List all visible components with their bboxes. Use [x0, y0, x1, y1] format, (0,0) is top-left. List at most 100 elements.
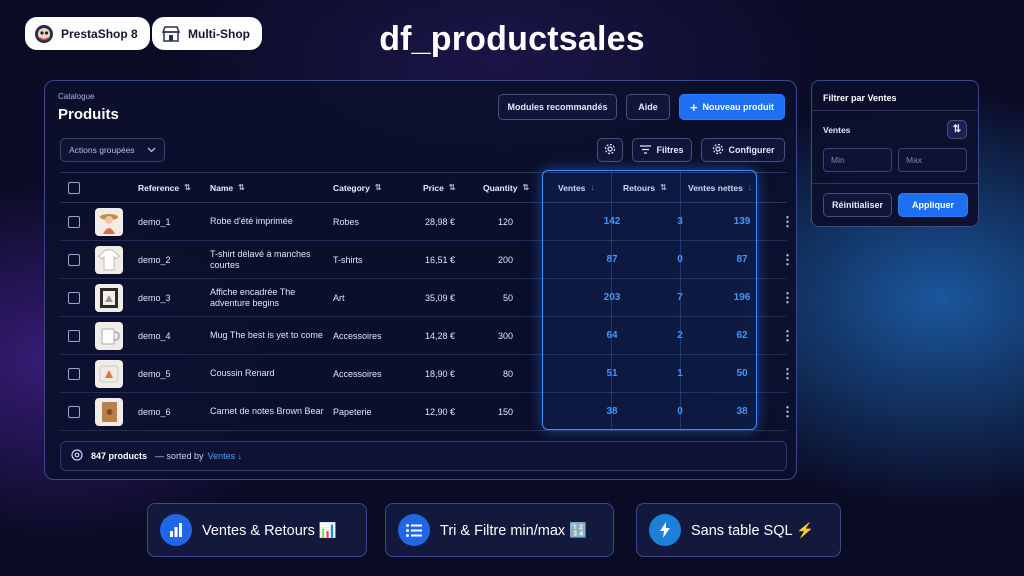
product-image	[95, 321, 123, 350]
more-vertical-icon: ⋮	[781, 327, 794, 343]
row-actions-button[interactable]: ⋮	[781, 279, 794, 316]
lightning-icon	[649, 514, 681, 546]
cell-quantity: 120	[497, 216, 513, 227]
cell-category: Art	[333, 292, 345, 303]
row-checkbox[interactable]	[68, 253, 80, 266]
filters-label: Filtres	[656, 145, 684, 155]
feature-label: Sans table SQL ⚡	[691, 522, 815, 539]
max-input[interactable]: Max	[898, 148, 967, 172]
select-all-checkbox-cell[interactable]	[68, 173, 80, 202]
col-category[interactable]: Category ⇅	[333, 173, 382, 202]
bulk-actions-select[interactable]: Actions groupées	[60, 138, 165, 162]
row-actions-button[interactable]: ⋮	[781, 393, 794, 430]
panel-title: Produits	[58, 106, 119, 123]
help-button[interactable]: Aide	[626, 94, 670, 120]
info-circle-icon	[71, 449, 83, 463]
product-thumbnail[interactable]	[95, 317, 123, 354]
row-actions-button[interactable]: ⋮	[781, 203, 794, 240]
col-reference[interactable]: Reference ⇅	[138, 173, 191, 202]
row-checkbox-cell[interactable]	[68, 393, 80, 430]
min-input[interactable]: Min	[823, 148, 892, 172]
new-product-label: Nouveau produit	[702, 102, 775, 112]
row-actions-button[interactable]: ⋮	[781, 317, 794, 354]
cell-name[interactable]: Coussin Renard	[210, 355, 328, 392]
product-count: 847 products	[91, 451, 148, 461]
product-thumbnail[interactable]	[95, 279, 123, 316]
row-checkbox-cell[interactable]	[68, 203, 80, 240]
breadcrumb[interactable]: Catalogue	[58, 92, 94, 101]
row-checkbox-cell[interactable]	[68, 241, 80, 278]
product-thumbnail[interactable]	[95, 393, 123, 430]
bar-chart-icon	[160, 514, 192, 546]
swap-vertical-icon: ⇅	[952, 124, 962, 135]
cell-price: 14,28 €	[424, 330, 455, 341]
cell-name[interactable]: Affiche encadrée The adventure begins	[210, 279, 328, 316]
cell-category: Accessoires	[333, 330, 382, 341]
sort-icon: ⇅	[238, 183, 245, 192]
feature-sort-filter: Tri & Filtre min/max 🔢	[385, 503, 614, 557]
row-checkbox[interactable]	[68, 291, 80, 304]
product-image	[95, 283, 123, 312]
cell-price: 16,51 €	[424, 254, 455, 265]
bulk-actions-label: Actions groupées	[69, 145, 135, 155]
product-image	[95, 207, 123, 236]
product-thumbnail[interactable]	[95, 241, 123, 278]
row-actions-button[interactable]: ⋮	[781, 241, 794, 278]
row-checkbox-cell[interactable]	[68, 355, 80, 392]
col-price[interactable]: Price ⇅	[423, 173, 456, 202]
cell-name[interactable]: Carnet de notes Brown Bear	[210, 393, 328, 430]
gear-icon	[604, 143, 616, 157]
help-label: Aide	[638, 102, 658, 112]
plus-icon: +	[689, 99, 698, 115]
settings-button[interactable]	[597, 138, 623, 162]
feature-label: Ventes & Retours 📊	[202, 522, 337, 539]
sort-icon: ⇅	[374, 183, 382, 192]
more-vertical-icon: ⋮	[781, 251, 794, 267]
sort-icon: ⇅	[522, 183, 530, 192]
more-vertical-icon: ⋮	[781, 403, 794, 419]
row-checkbox[interactable]	[68, 405, 80, 418]
product-thumbnail[interactable]	[95, 355, 123, 392]
row-checkbox-cell[interactable]	[68, 317, 80, 354]
sorted-by-link[interactable]: Ventes ↓	[208, 451, 243, 461]
list-icon	[398, 514, 430, 546]
col-name[interactable]: Name ⇅	[210, 173, 245, 202]
col-name-label: Name	[210, 182, 234, 193]
cell-quantity: 200	[497, 254, 513, 265]
col-quantity[interactable]: Quantity ⇅	[483, 173, 529, 202]
cell-category: Accessoires	[333, 368, 382, 379]
product-thumbnail[interactable]	[95, 203, 123, 240]
product-image	[95, 397, 123, 426]
more-vertical-icon: ⋮	[781, 289, 794, 305]
cell-quantity: 80	[502, 368, 513, 379]
row-checkbox-cell[interactable]	[68, 279, 80, 316]
configure-button[interactable]: Configurer	[701, 138, 785, 162]
cell-name[interactable]: Robe d'été imprimée	[210, 203, 328, 240]
select-all-checkbox[interactable]	[68, 181, 80, 194]
row-checkbox[interactable]	[68, 329, 80, 342]
cell-price: 18,90 €	[424, 368, 455, 379]
cell-quantity: 50	[502, 292, 513, 303]
row-checkbox[interactable]	[68, 367, 80, 380]
sort-toggle-button[interactable]: ⇅	[947, 120, 967, 139]
apply-button[interactable]: Appliquer	[898, 193, 968, 217]
cell-quantity: 150	[497, 406, 513, 417]
new-product-button[interactable]: + Nouveau produit	[679, 94, 785, 120]
cell-name[interactable]: Mug The best is yet to come	[210, 317, 328, 354]
filters-button[interactable]: Filtres	[632, 138, 692, 162]
cell-name[interactable]: T-shirt délavé à manches courtes	[210, 241, 328, 278]
apply-label: Appliquer	[912, 200, 954, 210]
page-title: df_productsales	[379, 20, 645, 58]
chevron-down-icon	[147, 145, 156, 155]
recommended-modules-button[interactable]: Modules recommandés	[498, 94, 617, 120]
row-checkbox[interactable]	[68, 215, 80, 228]
reset-label: Réinitialiser	[831, 200, 884, 210]
cell-quantity: 300	[497, 330, 513, 341]
cell-reference: demo_5	[138, 368, 171, 379]
sorted-prefix: — sorted by	[155, 451, 204, 461]
col-category-label: Category	[333, 182, 370, 193]
row-actions-button[interactable]: ⋮	[781, 355, 794, 392]
reset-button[interactable]: Réinitialiser	[823, 193, 892, 217]
feature-label: Tri & Filtre min/max 🔢	[440, 522, 588, 539]
cell-reference: demo_4	[138, 330, 171, 341]
